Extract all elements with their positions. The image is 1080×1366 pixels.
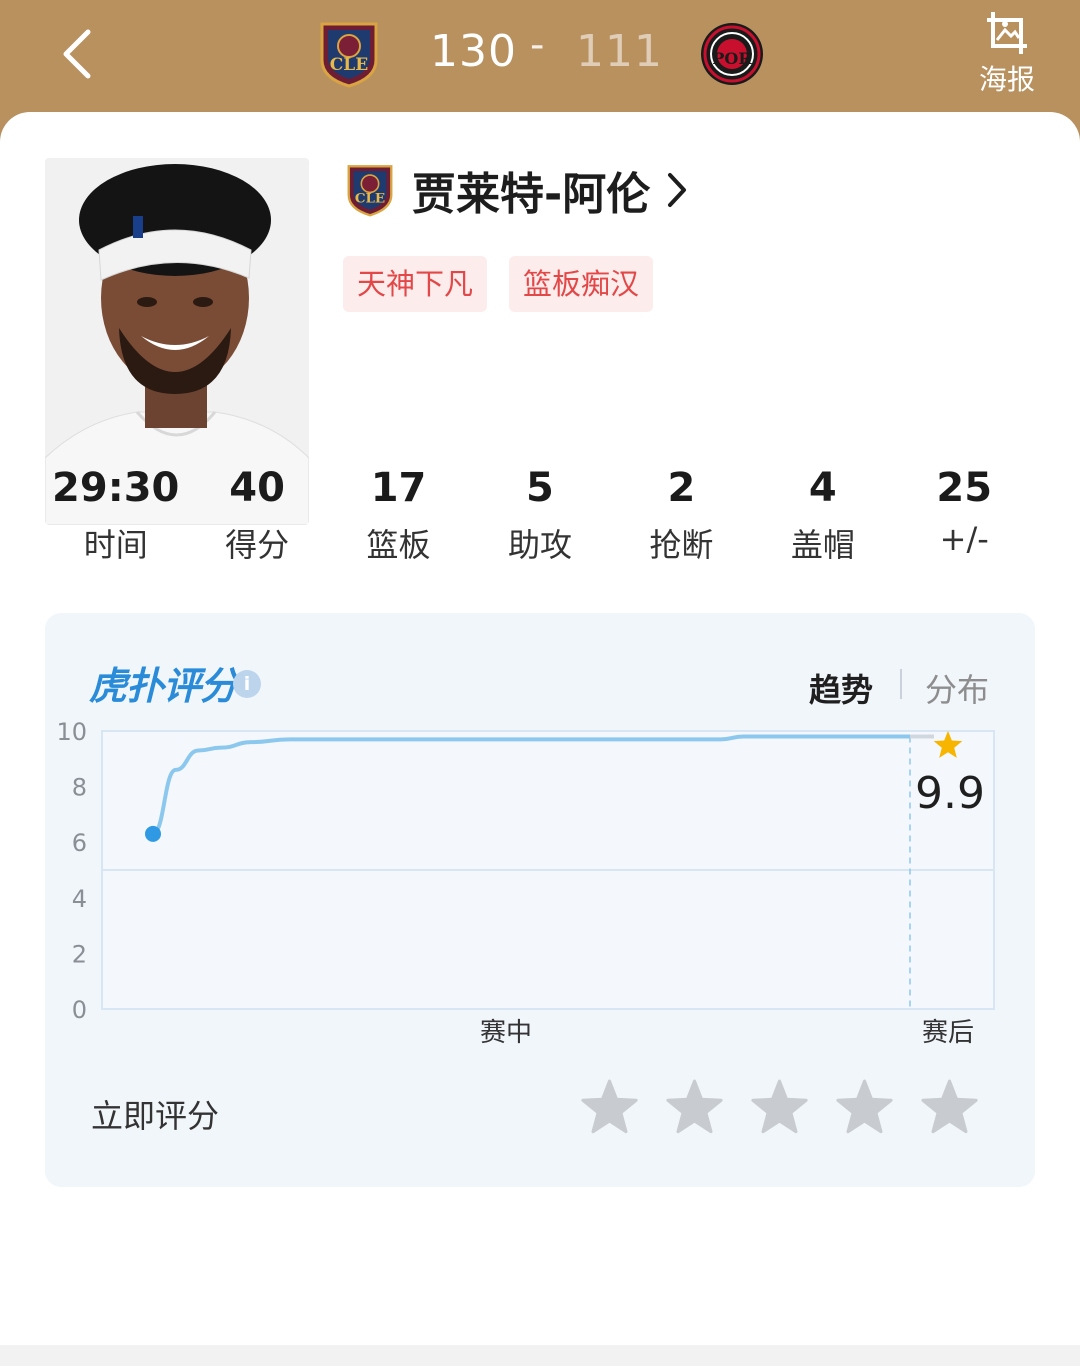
stat-label: 得分	[225, 526, 290, 564]
stat-value: 17	[370, 465, 427, 511]
player-name-row[interactable]: CLE 贾莱特-阿伦	[344, 160, 688, 220]
poster-button[interactable]: 海报	[972, 8, 1042, 98]
player-team-logo: CLE	[347, 165, 393, 217]
stat-value: 25	[936, 465, 993, 511]
tag-badge: 天神下凡	[343, 256, 488, 312]
y-tick-label: 2	[72, 940, 87, 968]
away-score: 111	[576, 26, 663, 77]
stat-plus-minus: 25 +/-	[894, 462, 1035, 566]
y-axis-ticks: 0 2 4 6 8 10	[56, 718, 87, 1024]
rate-star-icon[interactable]	[581, 1079, 638, 1135]
score-separator: -	[530, 22, 545, 68]
player-name: 贾莱特-阿伦	[412, 169, 651, 220]
stat-minutes: 29:30 时间	[45, 462, 186, 566]
stat-value: 4	[808, 465, 837, 511]
y-tick-label: 4	[72, 885, 87, 913]
bottom-strip	[0, 1345, 1080, 1366]
stat-value: 40	[229, 465, 285, 511]
y-tick-label: 6	[72, 829, 87, 857]
stat-label: +/-	[939, 520, 989, 558]
stat-value: 29:30	[52, 465, 180, 511]
stat-points: 40 得分	[186, 462, 327, 566]
away-team-logo[interactable]: POR	[698, 20, 764, 88]
rate-star-icon[interactable]	[921, 1079, 978, 1135]
away-logo-text: POR	[712, 49, 752, 68]
stat-value: 5	[526, 465, 554, 511]
x-tick-label: 赛中	[480, 1018, 532, 1048]
poster-label: 海报	[978, 63, 1035, 96]
stat-assists: 5 助攻	[469, 462, 610, 566]
final-score-label: 9.9	[915, 768, 985, 819]
home-score: 130	[430, 26, 517, 77]
rating-trend-chart: 0 2 4 6 8 10 9.9 赛中 赛后	[56, 718, 995, 1048]
player-team-logo-text: CLE	[355, 191, 385, 207]
stat-label: 篮板	[366, 526, 431, 564]
tag-badge: 篮板痴汉	[509, 256, 654, 312]
x-tick-label: 赛后	[922, 1018, 974, 1048]
back-arrow-icon[interactable]	[52, 22, 112, 86]
stat-label: 时间	[83, 526, 148, 564]
stat-steals: 2 抢断	[611, 462, 752, 566]
y-tick-label: 8	[72, 774, 87, 802]
stat-rebounds: 17 篮板	[328, 462, 469, 566]
rate-star-icon[interactable]	[751, 1079, 808, 1135]
rate-star-icon[interactable]	[666, 1079, 723, 1135]
stat-label: 抢断	[649, 526, 714, 564]
player-tags: 天神下凡 篮板痴汉	[343, 256, 654, 312]
image-icon	[987, 12, 1027, 54]
rate-now-label: 立即评分	[91, 1097, 220, 1135]
y-tick-label: 10	[56, 718, 87, 746]
rate-star-icon[interactable]	[836, 1079, 893, 1135]
rating-stars	[581, 1079, 978, 1135]
stat-label: 盖帽	[790, 526, 855, 564]
rating-panel: 虎扑评分® i 趋势 分布 0246810 9.9 赛中 赛后 立即评分	[45, 613, 1035, 1187]
stat-value: 2	[667, 465, 696, 511]
home-team-logo[interactable]: CLE	[316, 20, 382, 88]
home-logo-text: CLE	[330, 55, 368, 75]
chevron-right-icon	[668, 173, 687, 207]
stat-blocks: 4 盖帽	[752, 462, 893, 566]
trend-start-point	[145, 825, 161, 842]
stat-label: 助攻	[507, 526, 572, 564]
top-bar: CLE 130 - 111 POR 海报	[0, 0, 1080, 120]
stats-row: 29:30 时间 40 得分 17 篮板 5 助攻 2 抢断 4 盖帽 25 +…	[45, 462, 1035, 566]
y-tick-label: 0	[72, 996, 87, 1024]
